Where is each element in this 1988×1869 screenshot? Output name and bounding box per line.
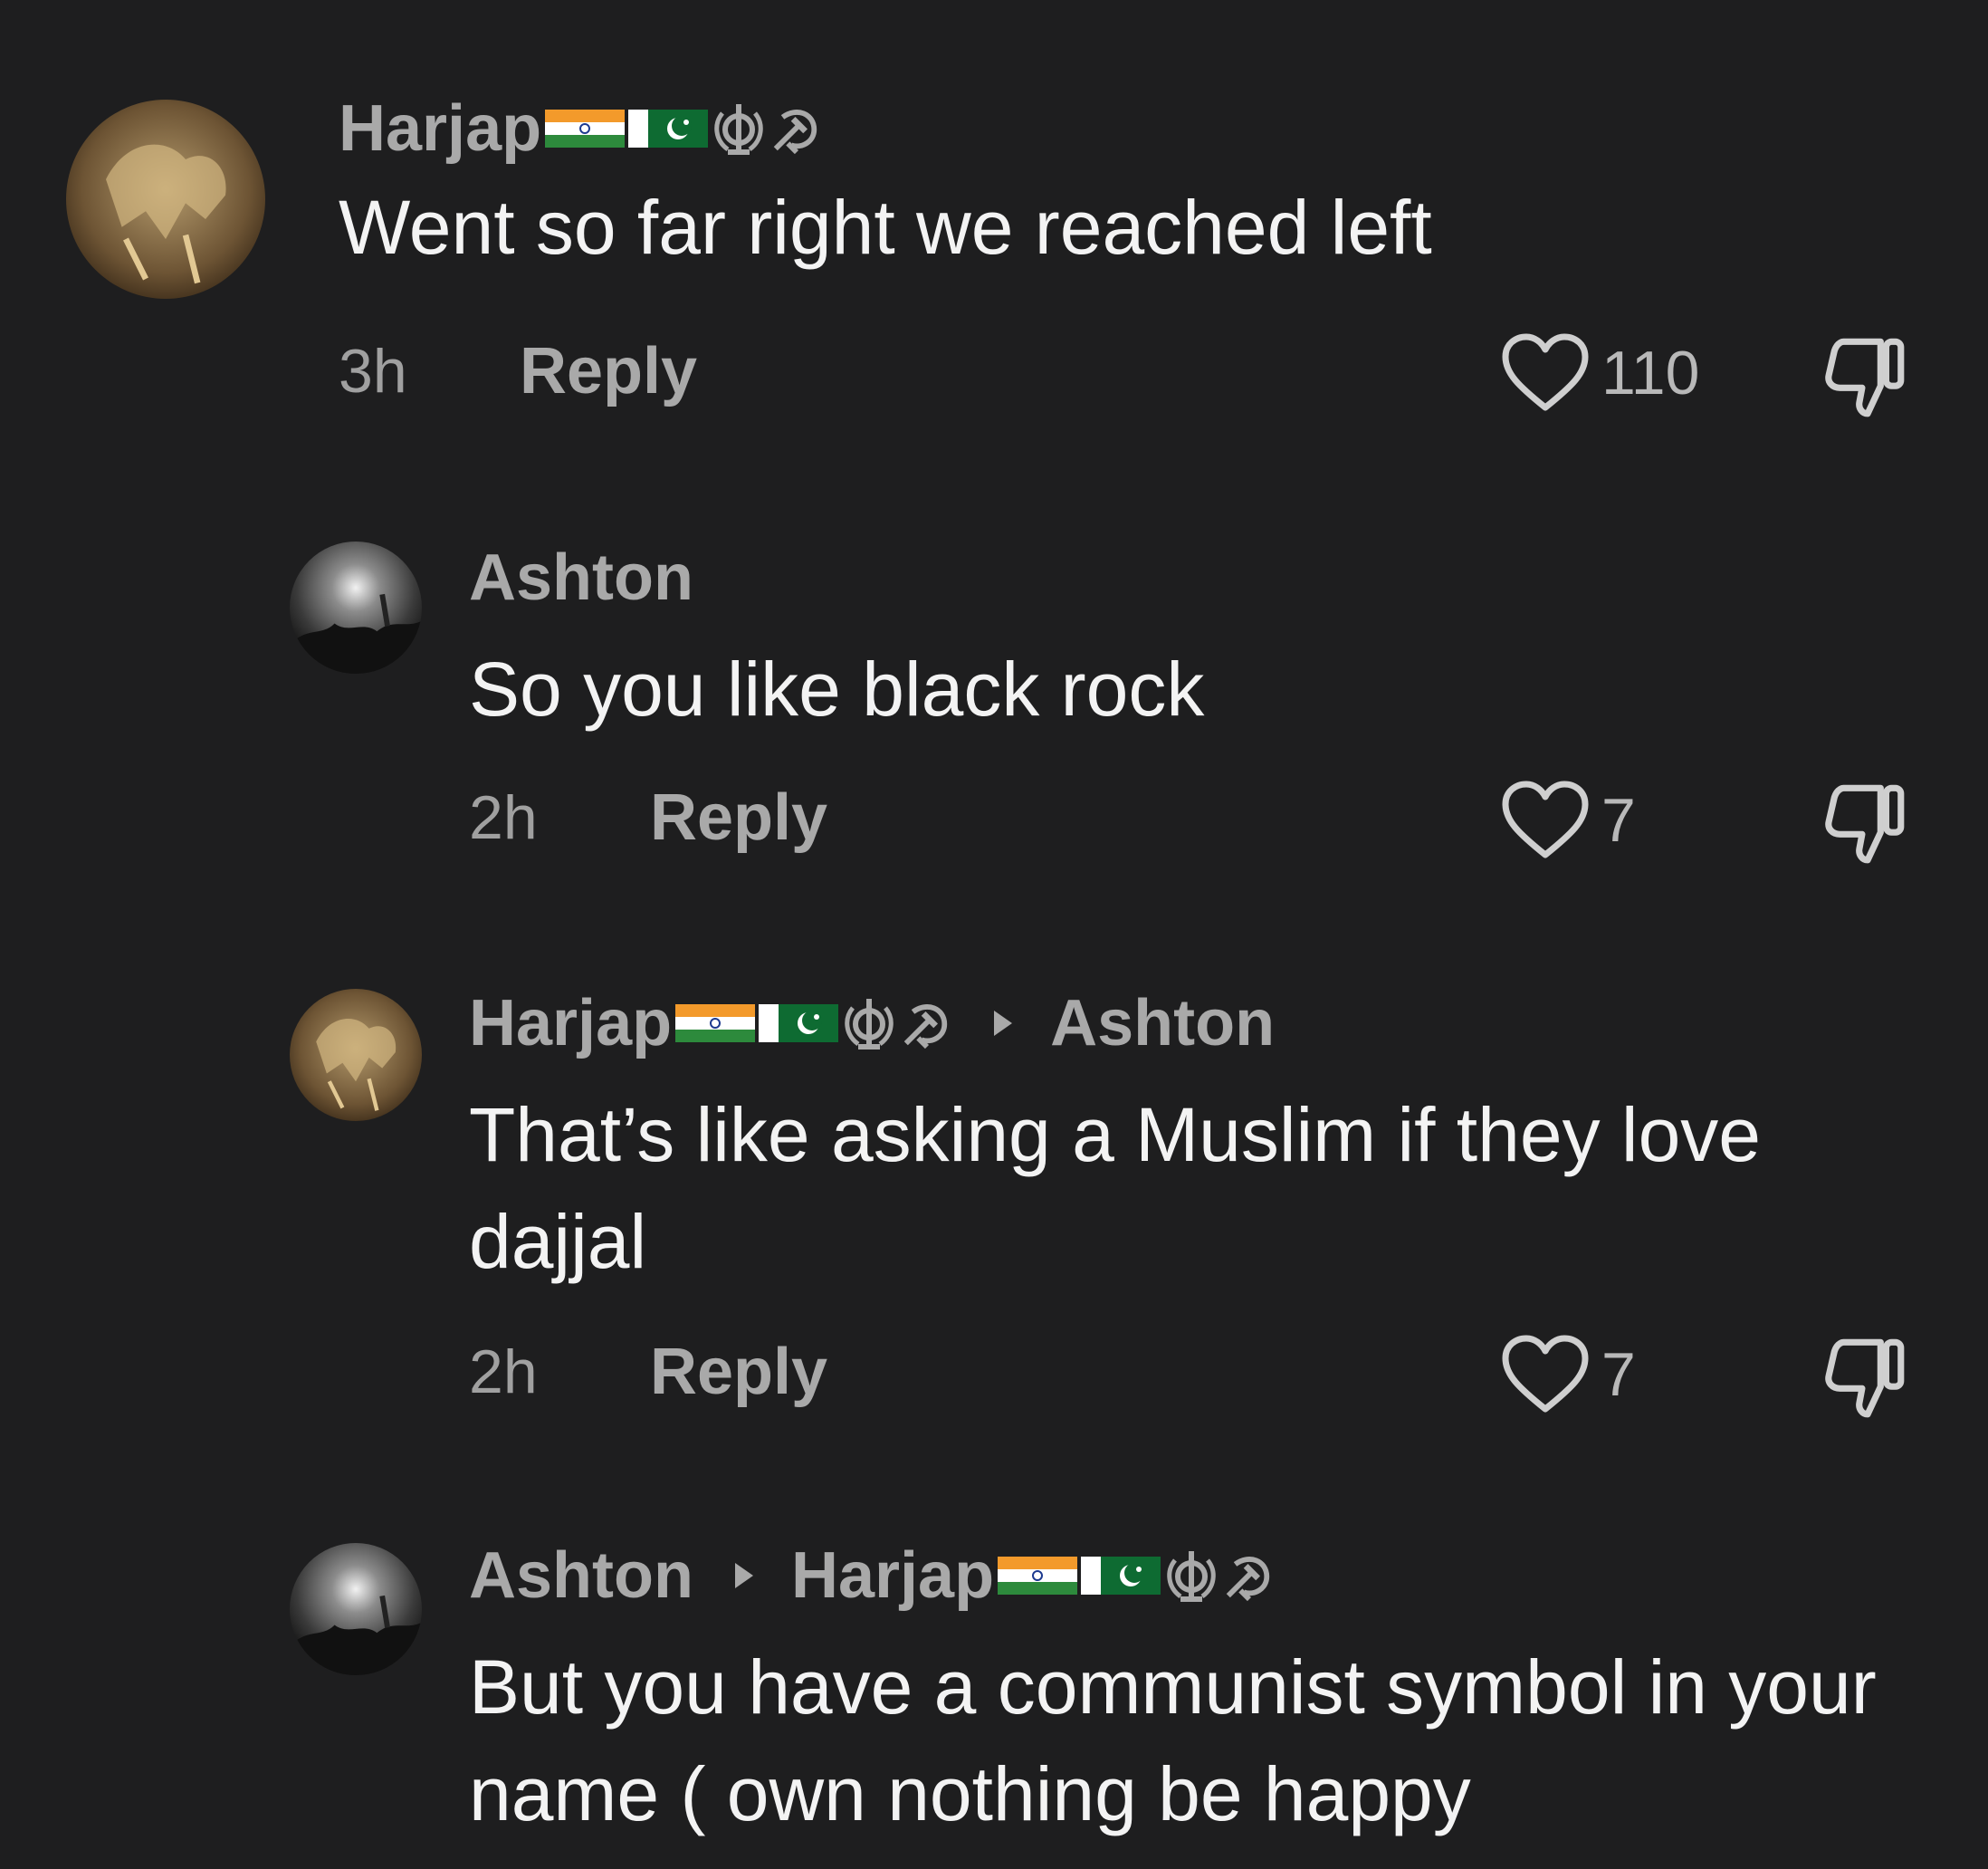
comment-header: Harjap Ashton xyxy=(469,982,1935,1065)
dislike-button[interactable] xyxy=(1820,329,1912,421)
dislike-button[interactable] xyxy=(1820,1329,1912,1422)
timestamp: 2h xyxy=(469,1337,538,1406)
pakistan-flag-icon xyxy=(1081,1557,1161,1595)
avatar[interactable] xyxy=(66,100,265,299)
pakistan-flag-icon xyxy=(759,1004,839,1042)
khanda-icon xyxy=(712,101,766,157)
username[interactable]: Ashton xyxy=(469,541,693,615)
comment-text: But you have a communist symbol in your … xyxy=(469,1644,1898,1836)
dislike-button[interactable] xyxy=(1820,775,1912,867)
comment-header: Ashton Harjap xyxy=(469,1534,1935,1617)
heart-outline-icon xyxy=(1500,331,1591,415)
comment-actions: 3h Reply xyxy=(339,331,697,412)
khanda-icon xyxy=(1164,1548,1219,1604)
like-button[interactable]: 7 xyxy=(1500,1333,1636,1416)
reply-to-arrow-icon xyxy=(734,1563,753,1588)
timestamp: 3h xyxy=(339,337,407,406)
hammer-sickle-icon xyxy=(769,103,822,154)
like-count: 7 xyxy=(1601,1340,1636,1409)
username[interactable]: Harjap xyxy=(469,986,672,1060)
like-button[interactable]: 7 xyxy=(1500,779,1636,862)
thumbs-down-outline-icon xyxy=(1820,1329,1912,1422)
comment-text: That’s like asking a Muslim if they love… xyxy=(469,1092,1783,1284)
username-badges xyxy=(545,101,822,157)
india-flag-icon xyxy=(545,110,626,148)
thumbs-down-outline-icon xyxy=(1820,329,1912,421)
comment-header: Ashton xyxy=(469,536,1935,619)
like-button[interactable]: 110 xyxy=(1500,331,1699,415)
india-flag-icon xyxy=(675,1004,756,1042)
comment-actions: 2h Reply xyxy=(469,777,827,858)
like-count: 7 xyxy=(1601,786,1636,855)
heart-outline-icon xyxy=(1500,779,1591,862)
india-flag-icon xyxy=(998,1557,1078,1595)
reply-to-arrow-icon xyxy=(994,1011,1013,1036)
pakistan-flag-icon xyxy=(628,110,709,148)
reply-button[interactable]: Reply xyxy=(650,1335,827,1409)
timestamp: 2h xyxy=(469,783,538,852)
username-badges xyxy=(998,1548,1275,1604)
khanda-icon xyxy=(842,995,896,1051)
username-badges xyxy=(675,995,952,1051)
comment-text: Went so far right we reached left xyxy=(339,185,1432,270)
thumbs-down-outline-icon xyxy=(1820,775,1912,867)
reply-to-username[interactable]: Harjap xyxy=(791,1538,994,1613)
avatar[interactable] xyxy=(290,542,422,674)
reply-button[interactable]: Reply xyxy=(650,781,827,855)
comment-actions: 2h Reply xyxy=(469,1331,827,1413)
hammer-sickle-icon xyxy=(900,998,952,1049)
avatar[interactable] xyxy=(290,989,422,1121)
avatar[interactable] xyxy=(290,1543,422,1675)
comment-text: So you like black rock xyxy=(469,647,1205,732)
comment-header: Harjap xyxy=(339,87,1805,170)
heart-outline-icon xyxy=(1500,1333,1591,1416)
username[interactable]: Ashton xyxy=(469,1538,693,1613)
username[interactable]: Harjap xyxy=(339,91,541,166)
hammer-sickle-icon xyxy=(1222,1550,1275,1601)
reply-button[interactable]: Reply xyxy=(520,334,697,408)
reply-to-username[interactable]: Ashton xyxy=(1050,986,1275,1060)
like-count: 110 xyxy=(1601,339,1700,407)
